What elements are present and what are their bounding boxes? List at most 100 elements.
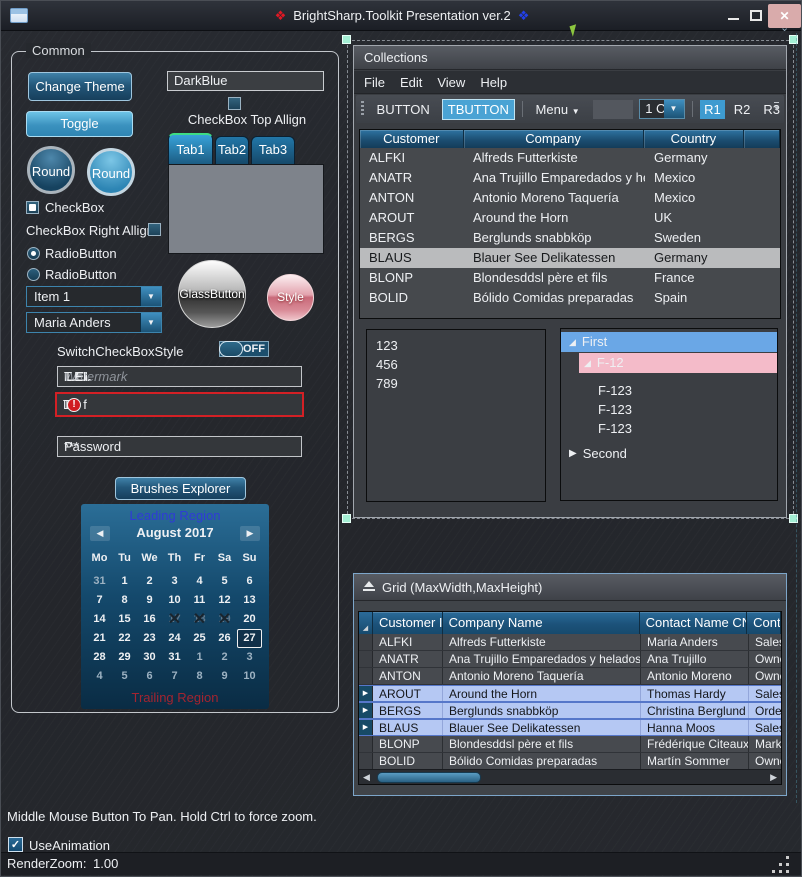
toolbar-radio-r3[interactable]: R3 [759,100,784,119]
calendar-day[interactable]: 30 [137,648,162,667]
toolbar-grip-icon[interactable] [361,101,364,117]
switch-thumb[interactable] [219,341,243,357]
calendar-day[interactable]: 8 [112,591,137,610]
calendar-day[interactable]: 1 [112,572,137,591]
collections-title-bar[interactable]: Collections [354,46,786,70]
calendar-day[interactable]: 14 [87,610,112,629]
datagrid-row[interactable]: ▶AROUTAround the HornThomas HardySales [359,685,781,702]
round-button-light[interactable]: Round [87,148,135,196]
round-button-dark[interactable]: Round [27,146,75,194]
calendar-day[interactable]: 26 [212,629,237,648]
calendar-day[interactable]: 4 [187,572,212,591]
checkbox-checked[interactable] [26,201,39,214]
grid-title-bar[interactable]: Grid (MaxWidth,MaxHeight) [354,574,786,601]
toolbar-combobox[interactable]: 1 Com▼ [639,99,684,119]
datagrid-row[interactable]: ▶BLAUSBlauer See DelikatessenHanna MoosS… [359,719,781,736]
scroll-right-icon[interactable]: ▶ [770,772,777,783]
use-animation-checkbox[interactable]: ✓ [8,837,23,852]
resize-handle-top-left[interactable] [342,35,351,44]
calendar-day[interactable]: 8 [187,667,212,686]
combobox-item1[interactable]: Item 1▼ [26,286,162,307]
datagrid-column-header[interactable]: Contact Name CN [640,612,747,634]
calendar-day[interactable]: 2 [212,648,237,667]
tree-expanded-icon[interactable]: ◢ [584,353,591,373]
style-button[interactable]: Style [267,274,314,321]
toggle-button[interactable]: Toggle [26,111,133,137]
calendar-day[interactable]: 24 [162,629,187,648]
row-selected-arrow-icon[interactable]: ▶ [359,686,373,701]
datagrid-row[interactable]: ANATRAna Trujillo Emparedados y heladosA… [359,651,781,668]
tree-item-f-123[interactable]: F-123 [561,381,777,401]
theme-textbox[interactable]: DarkBlue [167,71,324,91]
calendar-day[interactable]: 21 [87,629,112,648]
calendar-day[interactable]: ✕18 [187,610,212,629]
calendar-day[interactable]: 16 [137,610,162,629]
checkbox-right-align[interactable] [148,223,161,236]
calendar-day[interactable]: 9 [212,667,237,686]
calendar-day[interactable]: 15 [112,610,137,629]
radio-button-selected[interactable] [27,247,40,260]
calendar-day[interactable]: 1 [187,648,212,667]
calendar-day[interactable]: ✕17 [162,610,187,629]
menu-item-help[interactable]: Help [480,75,507,90]
calendar-next-button[interactable]: ▶ [240,526,260,541]
datagrid-row[interactable]: ▶BERGSBerglunds snabbköpChristina Berglu… [359,702,781,719]
resize-handle-bottom-left[interactable] [342,514,351,523]
brushes-explorer-button[interactable]: Brushes Explorer [115,477,246,500]
tree-item-first[interactable]: ◢First [561,332,777,352]
tab-tab2[interactable]: Tab2 [215,136,249,164]
datagrid-row[interactable]: BLONPBlondesddsl père et filsFrédérique … [359,736,781,753]
horizontal-scrollbar[interactable]: ◀ ▶ [359,769,781,784]
calendar-day[interactable]: 29 [112,648,137,667]
tree-expanded-icon[interactable]: ◢ [569,332,576,352]
calendar-day[interactable]: 20 [237,610,262,629]
calendar-day[interactable]: ✕19 [212,610,237,629]
calendar-day[interactable]: 31 [87,572,112,591]
row-header[interactable] [359,634,373,650]
chevron-down-icon[interactable]: ▼ [664,100,684,118]
datagrid-column-header[interactable]: Company Name [443,612,640,634]
listview-row[interactable]: BERGSBerglunds snabbköpSweden [360,228,780,248]
datagrid-column-header[interactable]: Customer ID [373,612,443,634]
calendar-day[interactable]: 6 [137,667,162,686]
calendar-day[interactable]: 2 [137,572,162,591]
datagrid-row[interactable]: ALFKIAlfreds FutterkisteMaria AndersSale… [359,634,781,651]
tab-tab3[interactable]: Tab3 [251,136,295,164]
listview-row[interactable]: BOLIDBólido Comidas preparadasSpain [360,288,780,308]
listview-row[interactable]: BLAUSBlauer See DelikatessenGermany [360,248,780,268]
tree-item-f-123[interactable]: F-123 [561,400,777,420]
calendar-day[interactable]: 27 [237,629,262,648]
calendar-day[interactable]: 28 [87,648,112,667]
calendar-day[interactable]: 3 [237,648,262,667]
tab-tab1[interactable]: Tab1 [168,133,213,164]
change-theme-button[interactable]: Change Theme [28,72,132,101]
datagrid-row[interactable]: ANTONAntonio Moreno TaqueríaAntonio More… [359,668,781,685]
calendar-day[interactable]: 23 [137,629,162,648]
listview-column-header[interactable]: Company [464,130,644,148]
listbox-item[interactable]: 456 [367,355,545,374]
toolbar-overflow-button[interactable]: ▾ [774,102,779,113]
calendar-day[interactable]: 6 [237,572,262,591]
calendar-day[interactable]: 7 [87,591,112,610]
listview-row[interactable]: AROUTAround the HornUK [360,208,780,228]
toolbar-toggle-button[interactable]: TBUTTON [442,99,515,120]
tree-item-f-12[interactable]: ◢F-12 [579,353,777,373]
calendar-day[interactable]: 5 [112,667,137,686]
calendar-day[interactable]: 10 [237,667,262,686]
calendar-day[interactable]: 5 [212,572,237,591]
calendar-day[interactable]: 13 [237,591,262,610]
listview-column-header[interactable] [744,130,780,148]
listbox-item[interactable]: 789 [367,374,545,393]
calendar-day[interactable]: 7 [162,667,187,686]
calendar-day[interactable]: 22 [112,629,137,648]
watermark-textbox[interactable]: L.EI. Watermark T.EI. [57,366,302,387]
checkbox-top-align[interactable] [228,97,241,110]
tree-collapsed-icon[interactable]: ▶ [569,444,577,464]
menu-item-edit[interactable]: Edit [400,75,422,90]
listview-row[interactable]: ALFKIAlfreds FutterkisteGermany [360,148,780,168]
chevron-down-icon[interactable]: ▼ [140,287,161,306]
minimize-button[interactable] [728,18,739,20]
toolbar-radio-r2[interactable]: R2 [730,100,755,119]
chevron-down-icon[interactable]: ▼ [140,313,161,332]
tree-item-second[interactable]: ▶Second [561,444,777,464]
